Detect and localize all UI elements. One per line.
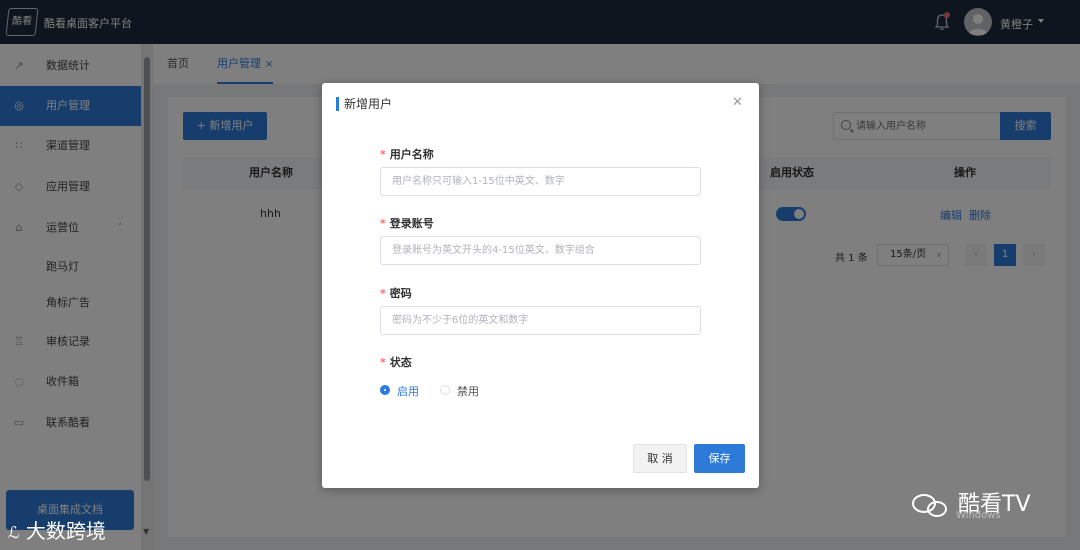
- username-field-label: * 用户名称: [380, 146, 434, 162]
- watermark-left: ℒ 大数跨境: [8, 515, 106, 544]
- password-field[interactable]: 密码为不少于6位的英文和数字: [380, 306, 701, 335]
- account-field-label: * 登录账号: [380, 215, 434, 231]
- watermark-left-text: 大数跨境: [25, 519, 106, 543]
- cancel-button[interactable]: 取 消: [633, 444, 687, 473]
- field-label-text: 用户名称: [389, 148, 434, 161]
- required-mark: *: [380, 148, 386, 161]
- field-label-text: 状态: [389, 356, 412, 369]
- add-user-dialog: 新增用户 ✕ * 用户名称 用户名称只可输入1-15位中英文、数字 * 登录账号 登…: [322, 83, 759, 488]
- save-button[interactable]: 保存: [694, 444, 745, 473]
- field-label-text: 密码: [389, 287, 412, 300]
- dialog-title: 新增用户: [344, 97, 393, 111]
- title-accent-bar: [336, 97, 339, 111]
- radio-checked-icon: [380, 385, 390, 395]
- close-icon[interactable]: ✕: [732, 95, 743, 110]
- password-field-label: * 密码: [380, 285, 412, 301]
- watermark-logo: ℒ: [8, 523, 20, 542]
- radio-unchecked-icon: [440, 385, 450, 395]
- radio-label: 启用: [397, 385, 419, 398]
- field-label-text: 登录账号: [389, 217, 434, 230]
- radio-label: 禁用: [457, 385, 479, 398]
- username-field[interactable]: 用户名称只可输入1-15位中英文、数字: [380, 167, 701, 196]
- required-mark: *: [380, 287, 386, 300]
- status-field-label: * 状态: [380, 354, 412, 370]
- required-mark: *: [380, 217, 386, 230]
- required-mark: *: [380, 356, 386, 369]
- account-field[interactable]: 登录账号为英文开头的4-15位英文、数字组合: [380, 236, 701, 265]
- windows-watermark: Windows: [956, 510, 1001, 521]
- wechat-icon: [912, 492, 952, 518]
